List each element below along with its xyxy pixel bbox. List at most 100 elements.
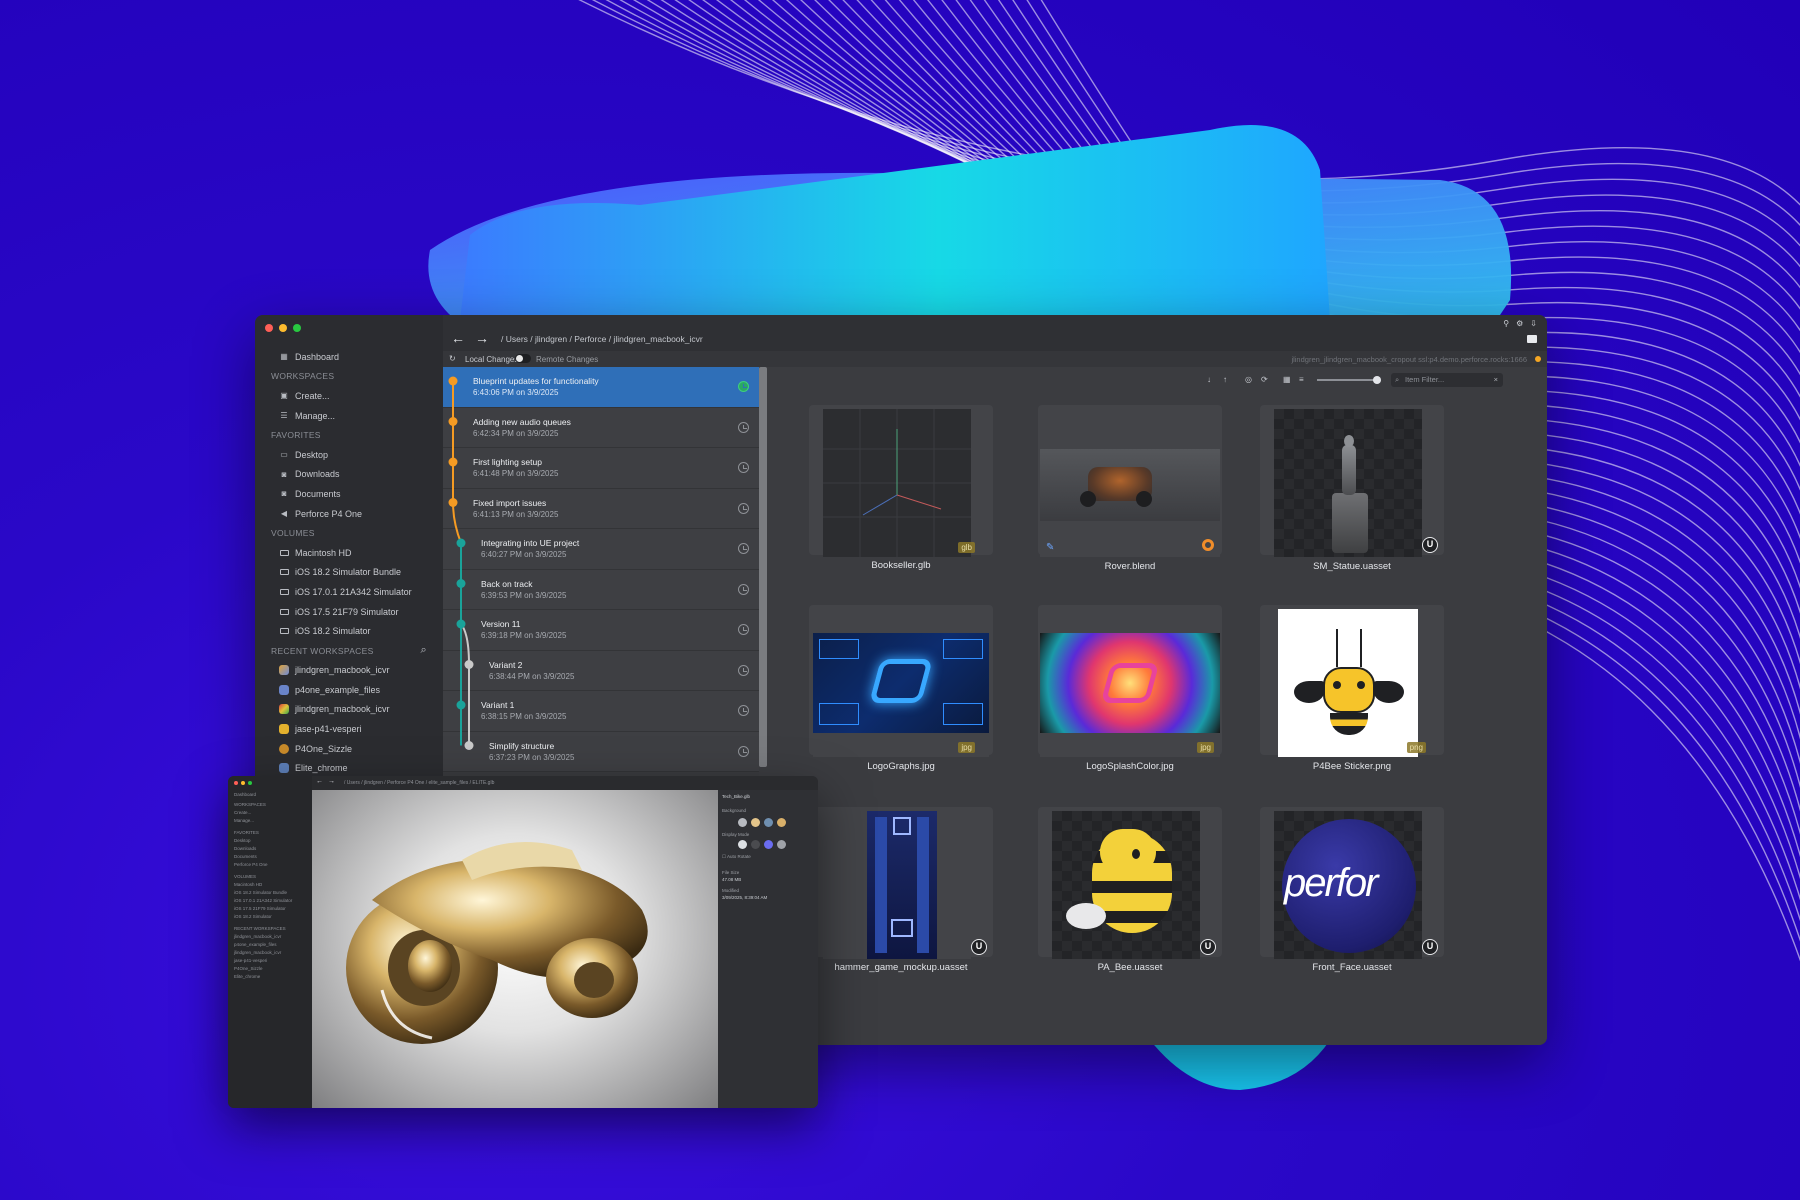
commit-node[interactable] <box>448 376 458 386</box>
history-row[interactable]: Adding new audio queues 6:42:34 PM on 3/9… <box>443 407 759 448</box>
sidebar-item-recent[interactable]: P4One_Sizzle <box>234 966 263 971</box>
sidebar-item-perforce[interactable]: ◀ Perforce P4 One <box>255 504 443 524</box>
sort-descending-icon[interactable]: ↓ <box>1207 375 1211 384</box>
asset-card[interactable]: glb Bookseller.glb <box>809 405 993 581</box>
sidebar-item-volume[interactable]: Macintosh HD <box>255 543 443 563</box>
history-clock-icon[interactable] <box>738 664 749 676</box>
sidebar-item-manage[interactable]: ☰ Manage... <box>255 406 443 426</box>
background-swatch[interactable] <box>764 818 773 827</box>
sidebar-item-perforce[interactable]: Perforce P4 One <box>234 862 268 867</box>
history-row[interactable]: Fixed import issues 6:41:13 PM on 3/9/202… <box>443 488 759 529</box>
history-row[interactable]: First lighting setup 6:41:48 PM on 3/9/20… <box>443 448 759 489</box>
background-swatch[interactable] <box>738 818 747 827</box>
thumbnail-size-slider[interactable] <box>1317 376 1381 384</box>
refresh-icon[interactable]: ⟳ <box>1261 375 1268 384</box>
sidebar-item-recent[interactable]: jlindgren_macbook_icvr <box>234 934 281 939</box>
sidebar-item-recent[interactable]: jlindgren_macbook_icvr <box>255 661 443 681</box>
sidebar-item-dashboard[interactable]: Dashboard <box>234 792 256 797</box>
history-row[interactable]: Blueprint updates for functionality 6:43:… <box>443 367 759 408</box>
history-scrollbar[interactable] <box>759 367 767 767</box>
current-change-icon[interactable] <box>738 381 749 392</box>
history-clock-icon[interactable] <box>738 705 749 716</box>
sidebar-item-downloads[interactable]: ◙ Downloads <box>255 465 443 485</box>
sidebar-item-documents[interactable]: Documents <box>234 854 257 859</box>
background-swatch[interactable] <box>751 818 760 827</box>
asset-card[interactable]: U SM_Statue.uasset <box>1260 405 1444 581</box>
forward-button[interactable]: → <box>475 330 489 346</box>
commit-node[interactable] <box>464 660 474 669</box>
asset-card[interactable]: perfor U Front_Face.uasset <box>1260 807 1444 983</box>
clear-filter-icon[interactable]: × <box>1494 373 1498 387</box>
commit-node[interactable] <box>464 741 474 750</box>
sidebar-item-create[interactable]: ▣ Create... <box>255 386 443 406</box>
sidebar-item-volume[interactable]: iOS 17.5 21F79 Simulator <box>255 602 443 622</box>
sidebar-item-volume[interactable]: iOS 18.2 Simulator Bundle <box>255 563 443 583</box>
commit-node[interactable] <box>448 457 458 467</box>
minimize-window-button[interactable] <box>241 781 245 785</box>
auto-rotate-checkbox[interactable]: ☐ Auto Rotate <box>722 854 751 860</box>
sidebar-item-documents[interactable]: ◙ Documents <box>255 484 443 504</box>
close-window-button[interactable] <box>265 324 273 332</box>
sidebar-item-recent[interactable]: P4One_Sizzle <box>255 739 443 759</box>
3d-viewport[interactable] <box>312 790 718 1108</box>
history-row[interactable]: Back on track 6:39:53 PM on 3/9/2025 <box>443 569 759 610</box>
sidebar-item-volume[interactable]: iOS 18.2 Simulator <box>255 621 443 641</box>
sidebar-item-recent[interactable]: p4one_example_files <box>255 680 443 700</box>
item-filter-input[interactable]: ⌕ Item Filter... × <box>1391 373 1503 387</box>
history-clock-icon[interactable] <box>738 462 749 473</box>
slider-knob[interactable] <box>1373 376 1381 384</box>
zoom-window-button[interactable] <box>248 781 252 785</box>
zoom-window-button[interactable] <box>293 324 301 332</box>
display-mode-swatch[interactable] <box>738 840 747 849</box>
sidebar-item-recent[interactable]: jlindgren_macbook_icvr <box>255 700 443 720</box>
settings-icon[interactable]: ⚙ <box>1516 319 1523 328</box>
asset-card[interactable]: png P4Bee Sticker.png <box>1260 605 1444 781</box>
history-clock-icon[interactable] <box>738 502 749 514</box>
sidebar-item-recent[interactable]: Elite_chrome <box>234 974 260 979</box>
sidebar-item-recent[interactable]: jase-p41-vesperi <box>234 958 267 963</box>
sidebar-item-manage[interactable]: Manage... <box>234 818 254 823</box>
history-row[interactable]: Version 11 6:39:18 PM on 3/9/2025 <box>443 610 759 651</box>
display-mode-swatch[interactable] <box>751 840 760 849</box>
sidebar-item-volume[interactable]: iOS 18.2 Simulator <box>234 914 272 919</box>
sidebar-item-downloads[interactable]: Downloads <box>234 846 256 851</box>
background-swatch[interactable] <box>777 818 786 827</box>
search-icon[interactable]: ⌕ <box>421 644 427 657</box>
commit-node[interactable] <box>456 538 466 548</box>
back-button[interactable]: ← <box>451 330 465 346</box>
sidebar-item-recent[interactable]: jase-p41-vesperi <box>255 719 443 739</box>
history-row[interactable]: Variant 2 6:38:44 PM on 3/9/2025 <box>443 650 759 691</box>
display-mode-swatch[interactable] <box>764 840 773 849</box>
pin-icon[interactable]: ⇩ <box>1530 319 1537 328</box>
asset-card[interactable]: jpg LogoGraphs.jpg <box>809 605 993 781</box>
changes-toggle[interactable] <box>515 354 531 363</box>
commit-node[interactable] <box>448 417 458 426</box>
commit-node[interactable] <box>456 579 466 588</box>
back-button[interactable]: ← <box>316 778 323 785</box>
list-view-icon[interactable]: ≡ <box>1299 375 1304 384</box>
close-window-button[interactable] <box>234 781 238 785</box>
sidebar-item-create[interactable]: Create... <box>234 810 251 815</box>
sidebar-item-recent[interactable]: p4one_example_files <box>234 942 277 947</box>
asset-card[interactable]: U hammer_game_mockup.uasset <box>809 807 993 983</box>
history-row[interactable]: Simplify structure 6:37:23 PM on 3/9/2025 <box>443 731 759 772</box>
sync-icon[interactable]: ↻ <box>449 354 456 363</box>
history-clock-icon[interactable] <box>738 583 749 595</box>
breadcrumb[interactable]: / Users / jlindgren / Perforce / jlindgr… <box>501 334 703 344</box>
asset-card[interactable]: ✎ Rover.blend <box>1038 405 1222 581</box>
sidebar-item-volume[interactable]: Macintosh HD <box>234 882 262 887</box>
sidebar-item-volume[interactable]: iOS 17.5 21F79 Simulator <box>234 906 286 911</box>
remote-changes-label[interactable]: Remote Changes <box>536 355 598 364</box>
minimize-window-button[interactable] <box>279 324 287 332</box>
folder-icon[interactable] <box>1527 335 1537 343</box>
filter-icon[interactable]: ⚲ <box>1503 319 1509 328</box>
history-row[interactable]: Variant 1 6:38:15 PM on 3/9/2025 <box>443 691 759 732</box>
breadcrumb[interactable]: / Users / jlindgren / Perforce P4 One / … <box>344 780 494 786</box>
edit-icon[interactable]: ✎ <box>1046 542 1054 553</box>
history-clock-icon[interactable] <box>738 543 749 554</box>
history-clock-icon[interactable] <box>738 421 749 433</box>
local-changes-label[interactable]: Local Changes <box>465 355 518 364</box>
hide-icon[interactable]: ◎ <box>1245 375 1252 384</box>
sidebar-item-recent[interactable]: jlindgren_macbook_icvr <box>234 950 281 955</box>
grid-view-icon[interactable]: ▦ <box>1283 375 1291 384</box>
